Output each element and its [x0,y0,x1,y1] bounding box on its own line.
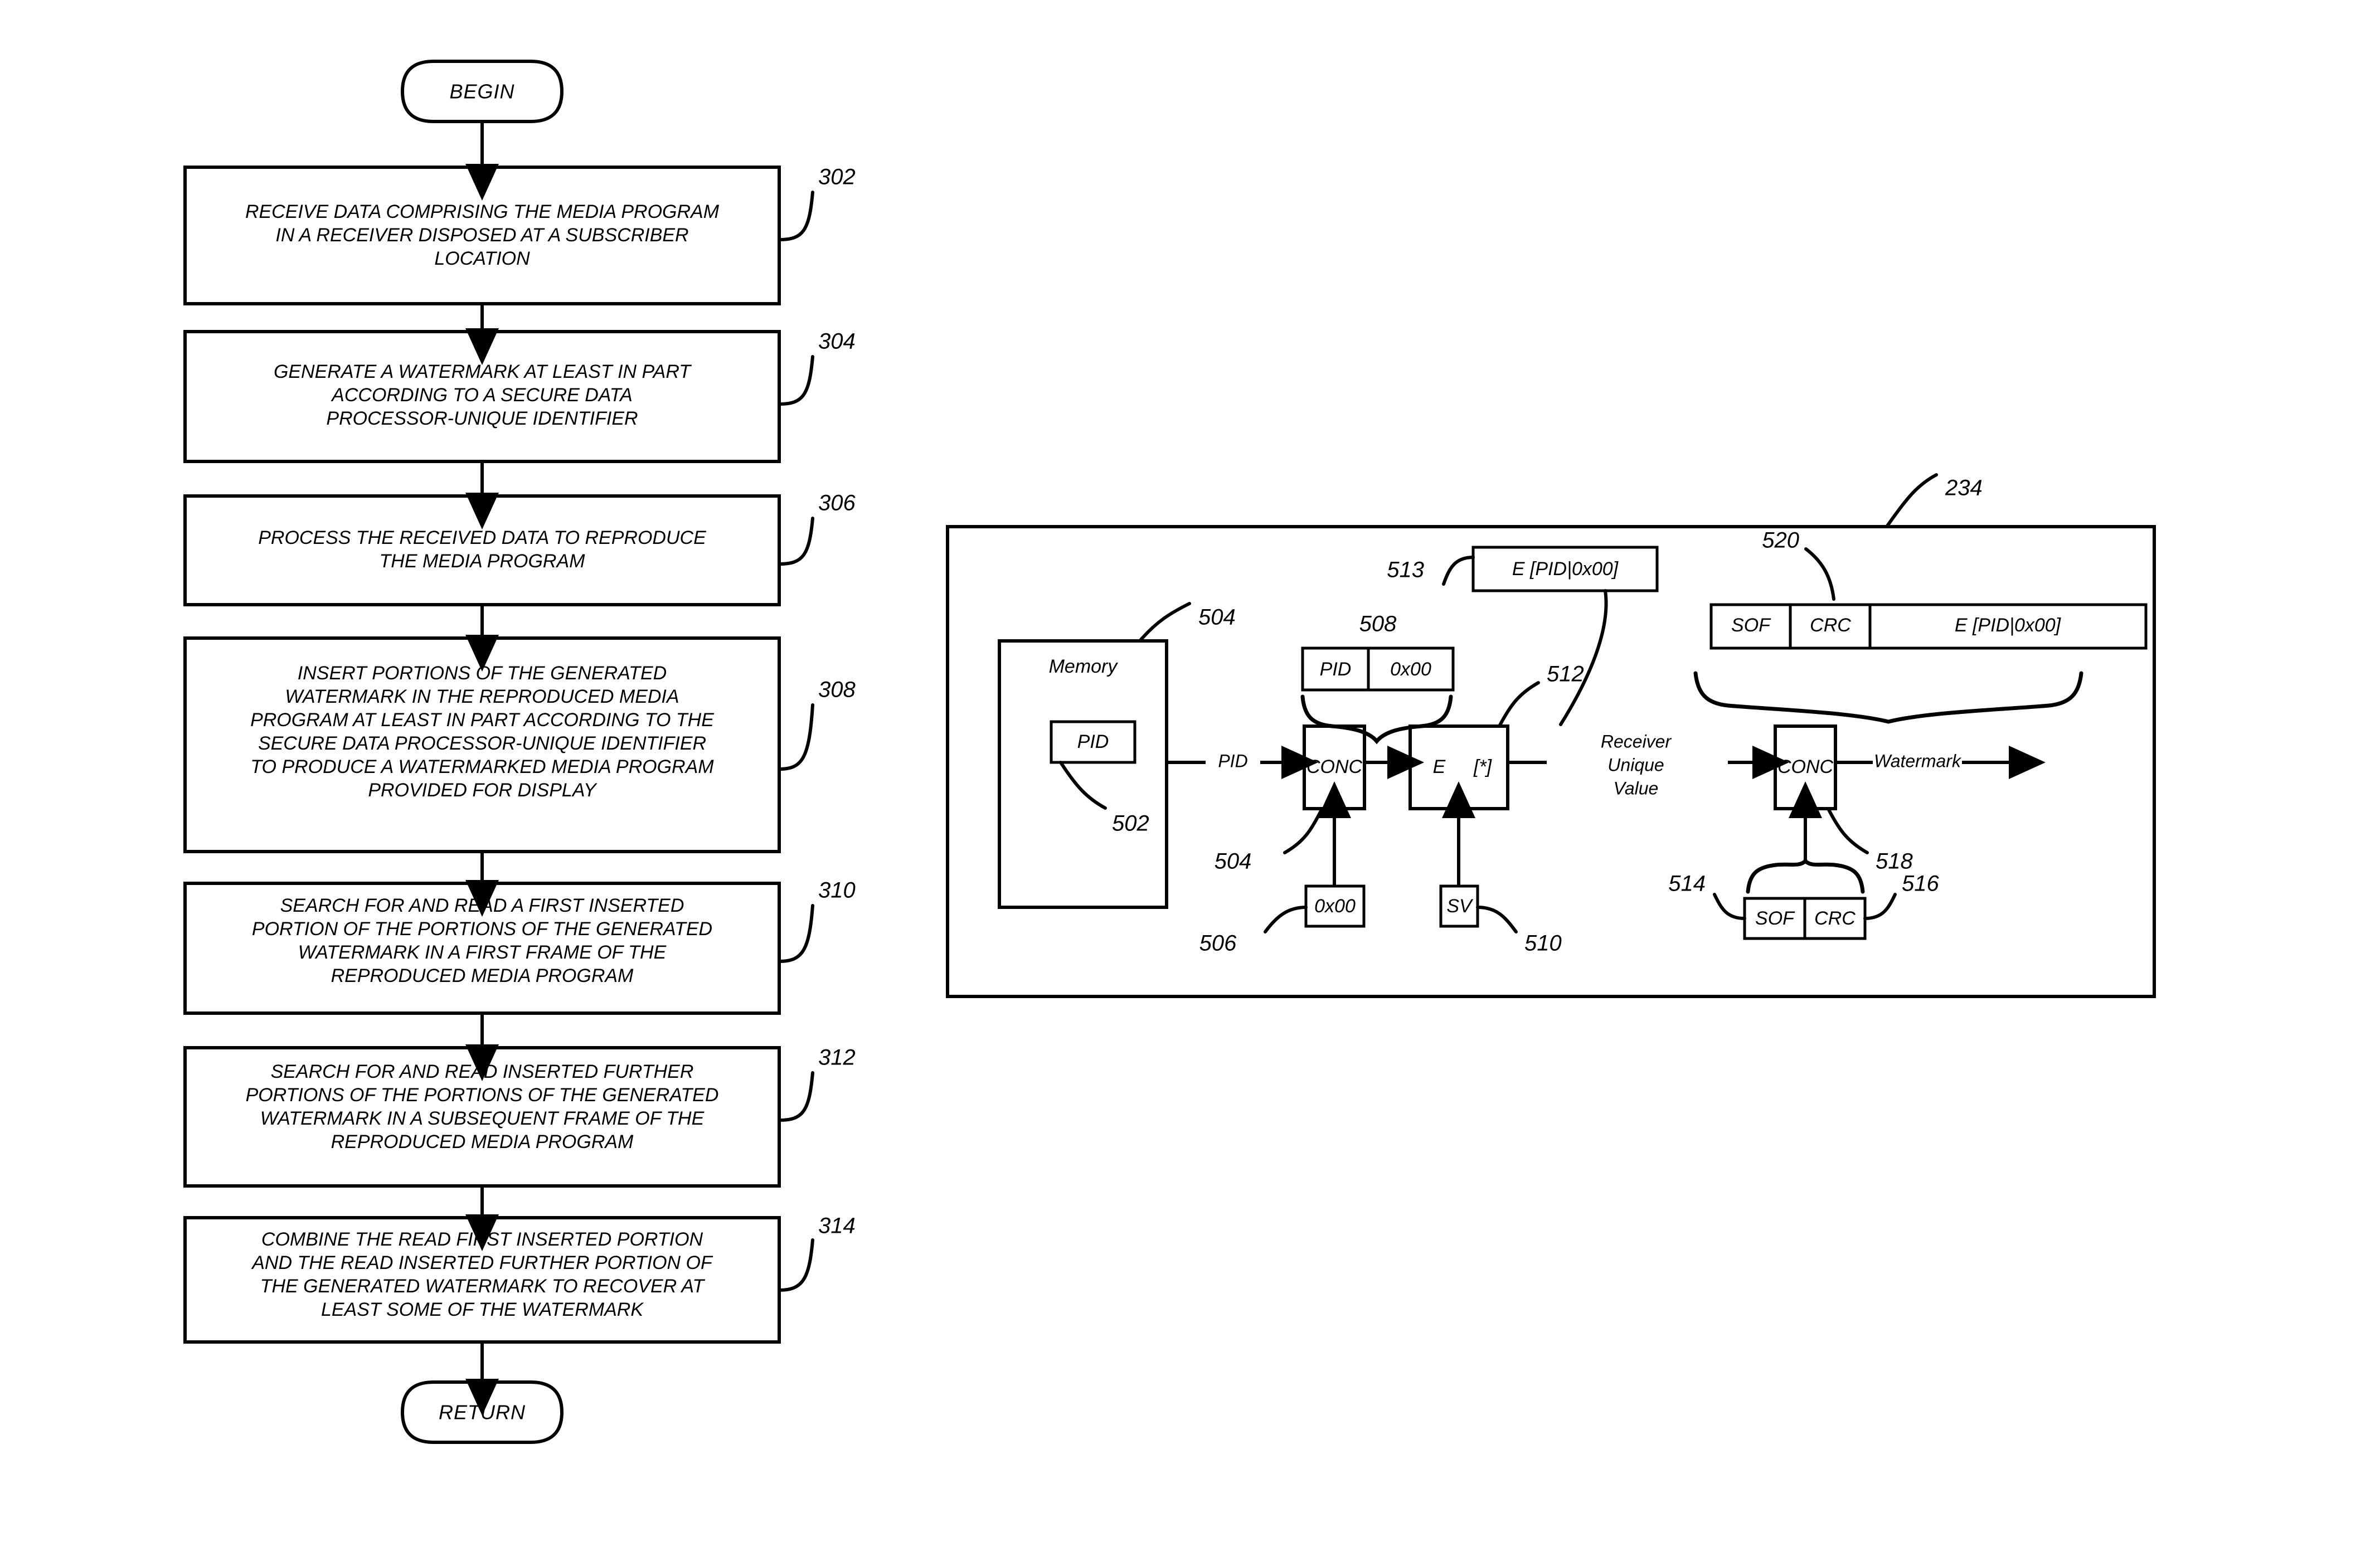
step-312-line-2: PORTIONS OF THE PORTIONS OF THE GENERATE… [246,1085,719,1106]
ref-514: 514 [1668,872,1706,896]
step-314-text: COMBINE THE READ FIRST INSERTED PORTION … [251,1229,713,1320]
ref-518: 518 [1876,849,1913,874]
step-306-line-1: PROCESS THE RECEIVED DATA TO REPRODUCE [258,527,706,548]
step-314-line-3: THE GENERATED WATERMARK TO RECOVER AT [260,1276,706,1297]
concat-result-cell-0x00: 0x00 [1390,659,1431,680]
secret-value-label: SV [1446,896,1474,917]
ref-304: 304 [818,329,856,354]
ref-314: 314 [818,1214,856,1238]
ref-302: 302 [818,165,856,189]
step-312-line-3: WATERMARK IN A SUBSEQUENT FRAME OF THE [260,1108,705,1129]
step-308-line-4: SECURE DATA PROCESSOR-UNIQUE IDENTIFIER [258,733,706,754]
step-302-text: RECEIVE DATA COMPRISING THE MEDIA PROGRA… [245,201,720,269]
encrypt-result-label: E [PID|0x00] [1512,558,1619,580]
step-312-text: SEARCH FOR AND READ INSERTED FURTHER POR… [246,1061,719,1152]
step-314-line-2: AND THE READ INSERTED FURTHER PORTION OF [251,1252,713,1273]
pid-register-label: PID [1077,731,1109,752]
ref-508: 508 [1359,612,1397,636]
watermark-signal-label: Watermark [1874,751,1962,771]
ref-520: 520 [1762,528,1799,553]
step-308-line-3: PROGRAM AT LEAST IN PART ACCORDING TO TH… [250,709,714,731]
step-302-line-2: IN A RECEIVER DISPOSED AT A SUBSCRIBER [275,225,688,246]
begin-label: BEGIN [449,80,514,103]
constant-0x00-label: 0x00 [1314,896,1356,917]
step-308-line-2: WATERMARK IN THE REPRODUCED MEDIA [285,686,679,707]
concat-2-label: CONC [1777,756,1834,777]
step-308-line-6: PROVIDED FOR DISPLAY [368,780,598,801]
encrypt-label-e: E [1433,756,1446,777]
step-314-line-4: LEAST SOME OF THE WATERMARK [321,1299,644,1320]
encrypt-label-operand: [*] [1473,756,1493,777]
ref-308: 308 [818,678,856,702]
step-312-line-1: SEARCH FOR AND READ INSERTED FURTHER [271,1061,694,1082]
step-308-text: INSERT PORTIONS OF THE GENERATED WATERMA… [250,663,714,801]
step-308-line-1: INSERT PORTIONS OF THE GENERATED [298,663,667,684]
step-302-line-1: RECEIVE DATA COMPRISING THE MEDIA PROGRA… [245,201,720,222]
step-306-line-2: THE MEDIA PROGRAM [380,551,586,572]
step-310-line-2: PORTION OF THE PORTIONS OF THE GENERATED [252,918,712,940]
ref-510: 510 [1524,931,1562,956]
ruv-line-2: Unique [1607,755,1664,775]
step-304-line-3: PROCESSOR-UNIQUE IDENTIFIER [326,408,638,429]
step-312-line-4: REPRODUCED MEDIA PROGRAM [331,1131,634,1152]
ref-310: 310 [818,878,856,903]
step-306-text: PROCESS THE RECEIVED DATA TO REPRODUCE T… [258,527,706,572]
ref-513: 513 [1387,558,1424,582]
ref-306: 306 [818,491,856,516]
step-310-text: SEARCH FOR AND READ A FIRST INSERTED POR… [252,895,712,986]
header-cell-sof: SOF [1755,908,1795,929]
step-304-line-2: ACCORDING TO A SECURE DATA [331,385,633,406]
memory-label: Memory [1049,656,1119,677]
step-310-line-1: SEARCH FOR AND READ A FIRST INSERTED [280,895,684,916]
ref-234: 234 [1945,476,1983,500]
frame-cell-payload: E [PID|0x00] [1955,615,2062,636]
figure-text-layer: BEGIN RETURN RECEIVE DATA COMPRISING THE… [245,80,2062,1424]
ref-312: 312 [818,1045,856,1070]
receiver-unique-value-label: Receiver Unique Value [1601,731,1672,798]
concat-1-label: CONC [1306,756,1363,777]
pid-signal-label: PID [1218,751,1247,771]
ref-502: 502 [1112,811,1149,836]
figure-canvas: BEGIN RETURN RECEIVE DATA COMPRISING THE… [0,0,2380,1561]
ref-506: 506 [1199,931,1237,956]
step-302-line-3: LOCATION [434,248,530,269]
step-304-text: GENERATE A WATERMARK AT LEAST IN PART AC… [274,361,692,429]
ref-516: 516 [1902,872,1939,896]
frame-cell-sof: SOF [1731,615,1771,636]
step-308-line-5: TO PRODUCE A WATERMARKED MEDIA PROGRAM [250,756,714,777]
header-cell-crc: CRC [1814,908,1856,929]
step-310-line-3: WATERMARK IN A FIRST FRAME OF THE [298,942,667,963]
ruv-line-3: Value [1614,778,1659,798]
step-314-line-1: COMBINE THE READ FIRST INSERTED PORTION [261,1229,703,1250]
ref-512: 512 [1547,662,1584,687]
step-310-line-4: REPRODUCED MEDIA PROGRAM [331,965,634,986]
ref-504-memory: 504 [1198,605,1236,630]
return-label: RETURN [439,1401,526,1424]
ruv-line-1: Receiver [1601,731,1672,751]
step-304-line-1: GENERATE A WATERMARK AT LEAST IN PART [274,361,692,382]
frame-cell-crc: CRC [1810,615,1851,636]
concat-result-cell-pid: PID [1320,659,1352,680]
ref-504-conc: 504 [1215,849,1252,874]
